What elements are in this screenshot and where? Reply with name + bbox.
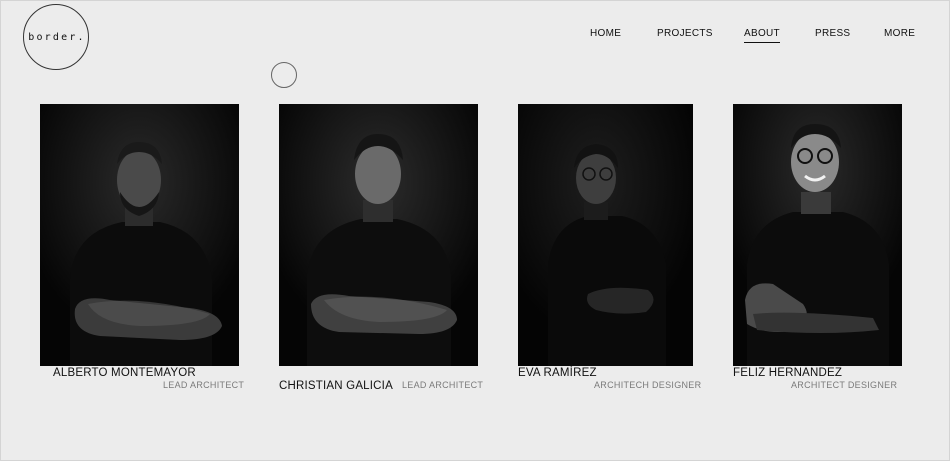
team-photo-feliz[interactable] (733, 104, 902, 366)
nav-item-press[interactable]: PRESS (815, 28, 850, 40)
portrait-silhouette (40, 104, 239, 366)
portrait-silhouette (279, 104, 478, 366)
team-role-3: ARCHITECH DESIGNER (594, 380, 702, 390)
cursor-ring (271, 62, 297, 88)
nav-item-projects[interactable]: PROJECTS (657, 28, 713, 40)
nav-item-more[interactable]: MORE (884, 28, 915, 40)
team-role-2: LEAD ARCHITECT (402, 380, 484, 390)
team-name-4: FELIZ HERNANDEZ (733, 367, 843, 379)
team-photo-alberto[interactable] (40, 104, 239, 366)
portrait-silhouette (518, 104, 693, 366)
main-nav: HOME PROJECTS ABOUT PRESS MORE (0, 28, 950, 48)
team-name-1: ALBERTO MONTEMAYOR (53, 367, 196, 379)
team-name-2: CHRISTIAN GALICIA (279, 380, 393, 392)
team-role-1: LEAD ARCHITECT (163, 380, 245, 390)
team-photo-eva[interactable] (518, 104, 693, 366)
nav-item-home[interactable]: HOME (590, 28, 621, 40)
team-name-3: EVA RAMÍREZ (518, 367, 597, 379)
portrait-silhouette (733, 104, 902, 366)
team-role-4: ARCHITECT DESIGNER (791, 380, 898, 390)
team-photo-christian[interactable] (279, 104, 478, 366)
nav-item-about[interactable]: ABOUT (744, 28, 780, 43)
